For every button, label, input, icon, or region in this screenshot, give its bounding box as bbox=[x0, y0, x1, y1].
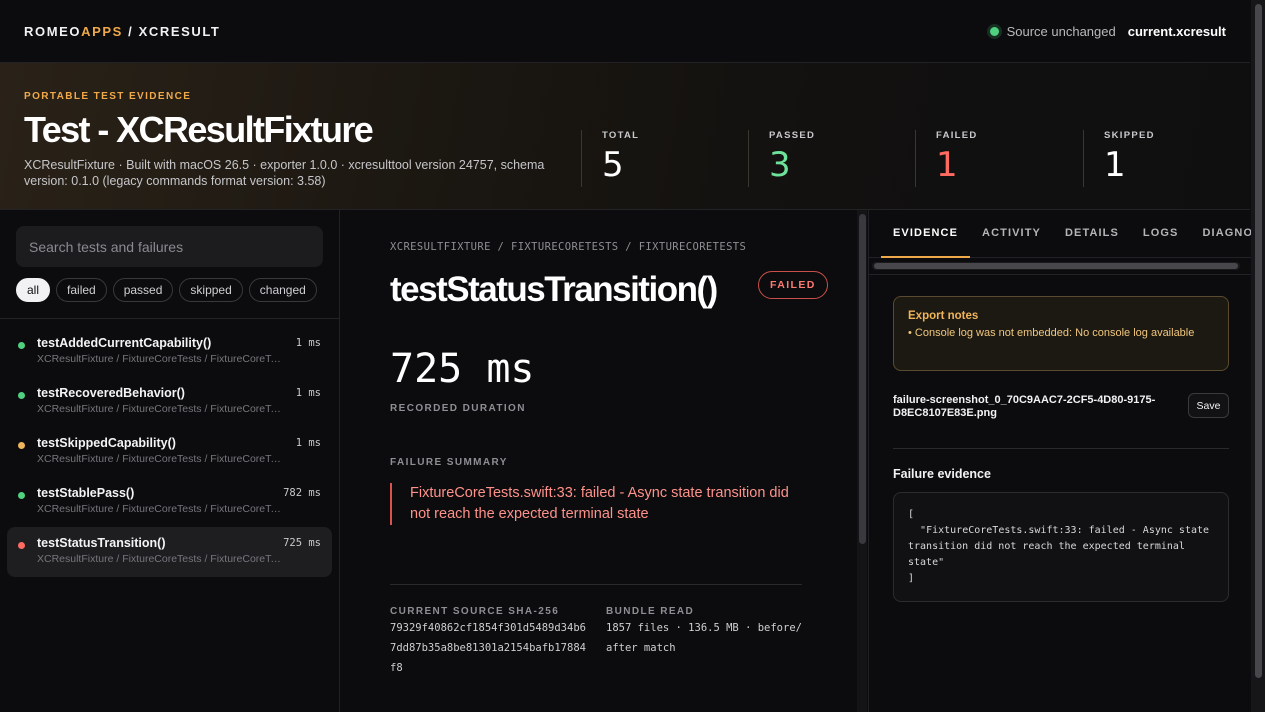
failure-evidence-code: [ "FixtureCoreTests.swift:33: failed - A… bbox=[893, 492, 1229, 602]
export-notes-title: Export notes bbox=[908, 310, 979, 322]
stat-failed: FAILED 1 bbox=[915, 130, 978, 187]
status-dot-icon bbox=[18, 492, 25, 499]
test-duration: 1 ms bbox=[295, 337, 321, 349]
status-badge: FAILED bbox=[758, 271, 828, 299]
test-list-item-selected[interactable]: testStatusTransition() 725 ms XCResultFi… bbox=[7, 527, 332, 577]
source-status-label: Source unchanged bbox=[1006, 23, 1116, 39]
tab-logs[interactable]: LOGS bbox=[1131, 210, 1191, 258]
test-name: testAddedCurrentCapability() bbox=[37, 336, 212, 350]
test-list-item[interactable]: testStablePass() 782 ms XCResultFixture … bbox=[7, 477, 332, 527]
filter-chip-failed[interactable]: failed bbox=[56, 278, 107, 302]
breadcrumb: XCRESULTFIXTURE / FIXTURECORETESTS / FIX… bbox=[390, 241, 747, 253]
failure-summary-text: FixtureCoreTests.swift:33: failed - Asyn… bbox=[410, 485, 789, 522]
save-attachment-button[interactable]: Save bbox=[1188, 393, 1229, 418]
test-duration: 1 ms bbox=[295, 387, 321, 399]
test-name: testRecoveredBehavior() bbox=[37, 386, 185, 400]
tab-details[interactable]: DETAILS bbox=[1053, 210, 1131, 258]
test-detail: XCRESULTFIXTURE / FIXTURECORETESTS / FIX… bbox=[340, 210, 855, 712]
status-dot-icon bbox=[18, 442, 25, 449]
status-dot-icon bbox=[18, 542, 25, 549]
panel-tabs: EVIDENCE ACTIVITY DETAILS LOGS DIAGNOSTI… bbox=[869, 210, 1265, 258]
test-list: testAddedCurrentCapability() 1 ms XCResu… bbox=[7, 327, 332, 577]
code-line: "FixtureCoreTests.swift:33: failed - Asy… bbox=[908, 525, 1216, 568]
test-duration: 725 ms bbox=[283, 537, 321, 549]
stat-value: 3 bbox=[769, 145, 791, 185]
test-path: XCResultFixture / FixtureCoreTests / Fix… bbox=[37, 403, 283, 415]
stat-label: TOTAL bbox=[602, 130, 640, 141]
scrollbar-thumb[interactable] bbox=[874, 263, 1238, 269]
status-dot-icon bbox=[18, 392, 25, 399]
bundle-read-value: 1857 files · 136.5 MB · before/after mat… bbox=[606, 622, 802, 654]
test-title: testStatusTransition() bbox=[390, 270, 718, 309]
test-name: testStatusTransition() bbox=[37, 536, 166, 550]
stat-value: 1 bbox=[1104, 145, 1126, 185]
test-path: XCResultFixture / FixtureCoreTests / Fix… bbox=[37, 353, 283, 365]
filter-chip-passed[interactable]: passed bbox=[112, 278, 174, 302]
stat-value: 1 bbox=[936, 145, 958, 185]
divider bbox=[0, 318, 339, 319]
divider bbox=[893, 448, 1229, 449]
duration-value: 725 ms bbox=[390, 346, 535, 392]
failure-evidence-title: Failure evidence bbox=[893, 467, 991, 481]
code-line: ] bbox=[908, 573, 915, 584]
test-list-item[interactable]: testAddedCurrentCapability() 1 ms XCResu… bbox=[7, 327, 332, 377]
summary-hero: PORTABLE TEST EVIDENCE Test - XCResultFi… bbox=[0, 63, 1250, 210]
page-title: Test - XCResultFixture bbox=[24, 109, 374, 150]
stat-value: 5 bbox=[602, 145, 624, 185]
test-list-item[interactable]: testRecoveredBehavior() 1 ms XCResultFix… bbox=[7, 377, 332, 427]
source-sha-label: CURRENT SOURCE SHA-256 bbox=[390, 606, 560, 617]
test-duration: 1 ms bbox=[295, 437, 321, 449]
stat-label: FAILED bbox=[936, 130, 978, 141]
evidence-panel: EVIDENCE ACTIVITY DETAILS LOGS DIAGNOSTI… bbox=[868, 210, 1265, 712]
status-dot-icon bbox=[18, 342, 25, 349]
export-notes-item: • Console log was not embedded: No conso… bbox=[908, 327, 1195, 339]
scrollbar-thumb[interactable] bbox=[1255, 4, 1262, 678]
brand-suffix: / XCRESULT bbox=[122, 23, 221, 39]
stat-label: SKIPPED bbox=[1104, 130, 1155, 141]
brand-primary: ROMEO bbox=[24, 23, 82, 39]
divider bbox=[390, 584, 802, 585]
test-name: testStablePass() bbox=[37, 486, 135, 500]
top-bar: ROMEOAPPS / XCRESULT Source unchanged cu… bbox=[0, 0, 1250, 63]
source-status-dot-icon bbox=[989, 26, 999, 36]
attachment-name: failure-screenshot_0_70C9AAC7-2CF5-4D80-… bbox=[893, 394, 1156, 419]
test-name: testSkippedCapability() bbox=[37, 436, 176, 450]
test-path: XCResultFixture / FixtureCoreTests / Fix… bbox=[37, 453, 283, 465]
tab-evidence[interactable]: EVIDENCE bbox=[881, 210, 971, 258]
test-duration: 782 ms bbox=[283, 487, 321, 499]
source-status: Source unchanged current.xcresult bbox=[989, 23, 1226, 39]
failure-summary-label: FAILURE SUMMARY bbox=[390, 457, 508, 468]
failure-summary: FixtureCoreTests.swift:33: failed - Asyn… bbox=[390, 483, 802, 525]
brand-accent: APPS bbox=[81, 23, 123, 39]
hero-subtitle: XCResultFixture · Built with macOS 26.5 … bbox=[24, 158, 545, 188]
search-input[interactable] bbox=[16, 226, 323, 267]
filter-chip-skipped[interactable]: skipped bbox=[179, 278, 243, 302]
test-list-item[interactable]: testSkippedCapability() 1 ms XCResultFix… bbox=[7, 427, 332, 477]
tabs-scrollbar[interactable] bbox=[872, 262, 1240, 270]
test-sidebar: all failed passed skipped changed testAd… bbox=[0, 210, 340, 712]
app-brand: ROMEOAPPS / XCRESULT bbox=[24, 24, 220, 39]
scrollbar-thumb[interactable] bbox=[859, 214, 866, 544]
test-path: XCResultFixture / FixtureCoreTests / Fix… bbox=[37, 553, 283, 565]
divider bbox=[869, 274, 1251, 275]
export-notes: Export notes • Console log was not embed… bbox=[893, 296, 1229, 371]
stat-total: TOTAL 5 bbox=[581, 130, 639, 187]
source-file-name: current.xcresult bbox=[1127, 23, 1226, 39]
filter-chips: all failed passed skipped changed bbox=[16, 278, 317, 302]
stat-skipped: SKIPPED 1 bbox=[1083, 130, 1155, 187]
detail-scrollbar[interactable] bbox=[857, 210, 867, 712]
stat-passed: PASSED 3 bbox=[748, 130, 815, 187]
filter-chip-changed[interactable]: changed bbox=[248, 278, 317, 302]
hero-eyebrow: PORTABLE TEST EVIDENCE bbox=[24, 91, 192, 102]
page-scrollbar[interactable] bbox=[1251, 0, 1265, 712]
filter-chip-all[interactable]: all bbox=[16, 278, 51, 302]
duration-label: RECORDED DURATION bbox=[390, 403, 526, 414]
tab-activity[interactable]: ACTIVITY bbox=[970, 210, 1053, 258]
code-line: [ bbox=[908, 509, 915, 520]
source-sha-value: 79329f40862cf1854f301d5489d34b67dd87b35a… bbox=[390, 622, 586, 674]
bundle-read-label: BUNDLE READ bbox=[606, 606, 695, 617]
test-path: XCResultFixture / FixtureCoreTests / Fix… bbox=[37, 503, 283, 515]
stat-label: PASSED bbox=[769, 130, 816, 141]
